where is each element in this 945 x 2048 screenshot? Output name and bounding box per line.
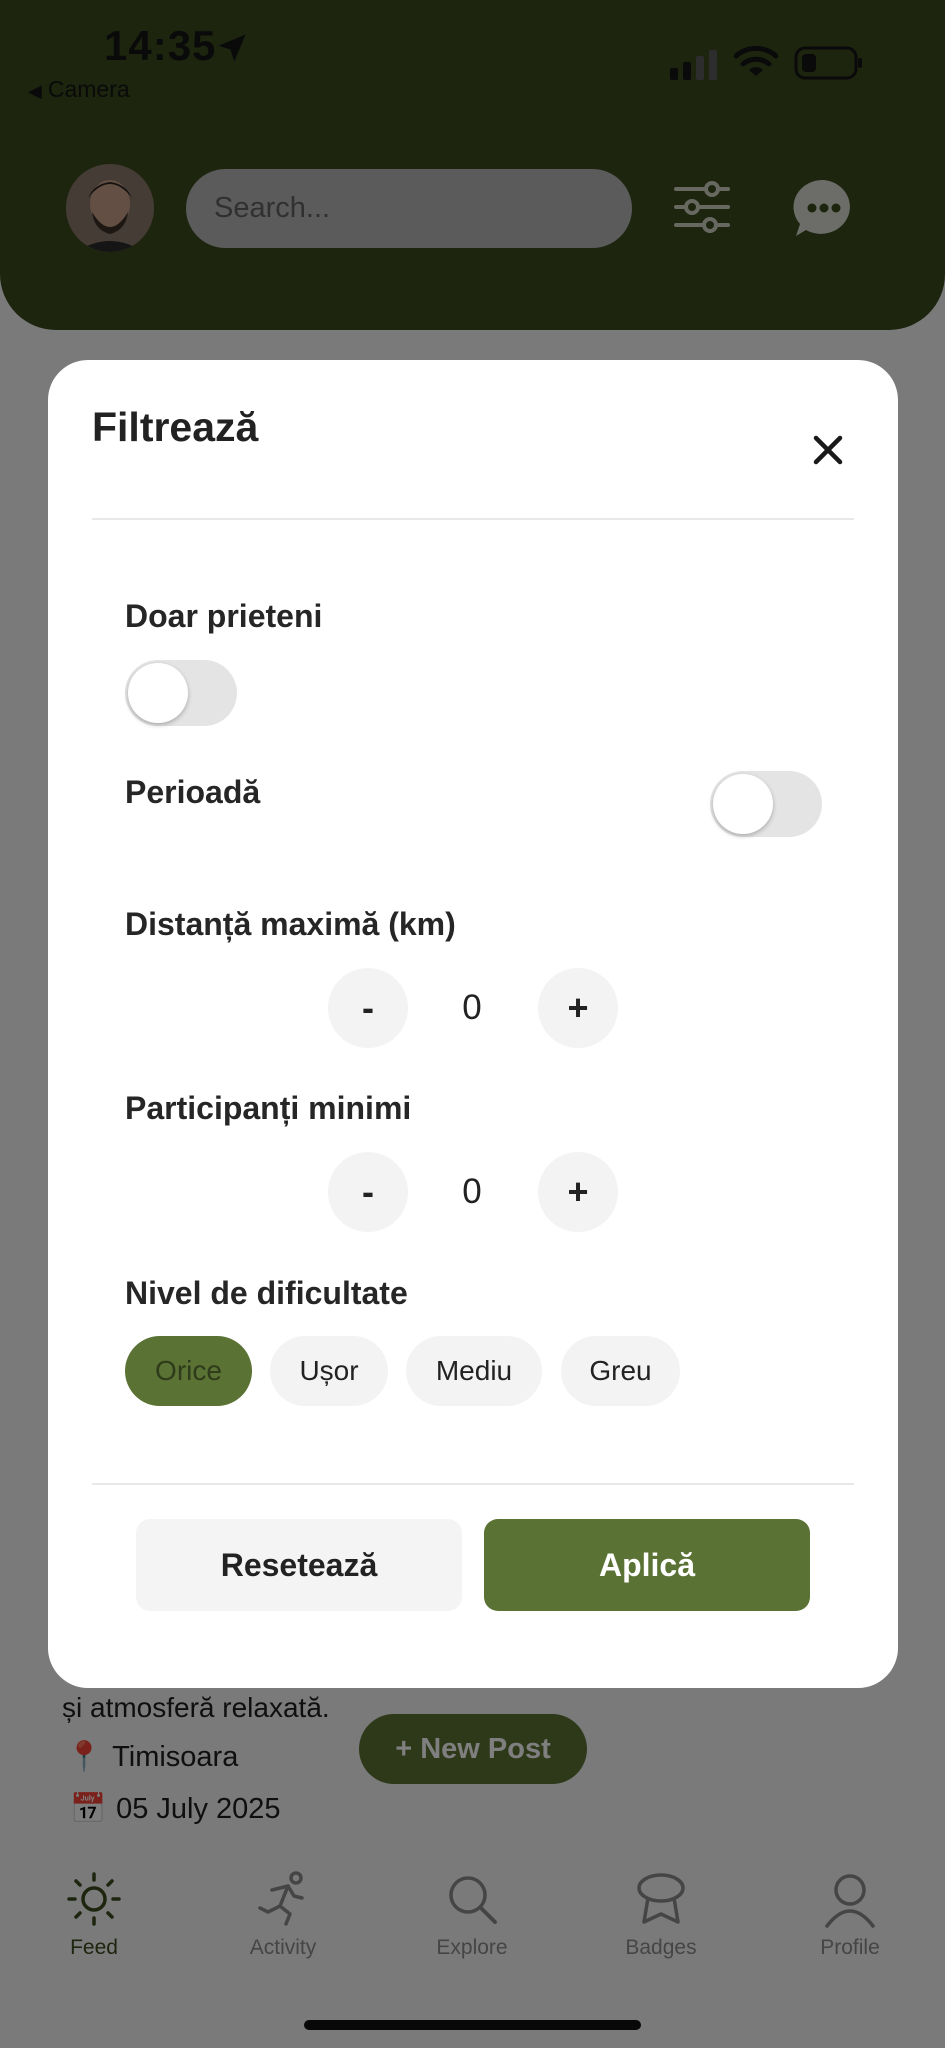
toggle-knob: [128, 663, 188, 723]
friends-only-label: Doar prieteni: [125, 598, 323, 634]
close-icon[interactable]: [808, 430, 848, 470]
participants-value: 0: [462, 1172, 482, 1211]
apply-button[interactable]: Aplică: [484, 1519, 810, 1611]
reset-button[interactable]: Resetează: [136, 1519, 462, 1611]
toggle-knob: [713, 774, 773, 834]
friends-only-toggle[interactable]: [125, 660, 237, 726]
distance-decrement-button[interactable]: -: [328, 968, 408, 1048]
max-distance-label: Distanță maximă (km): [125, 906, 456, 942]
period-label: Perioadă: [125, 774, 261, 810]
difficulty-chip-greu[interactable]: Greu: [561, 1336, 680, 1406]
header-divider: [92, 518, 854, 520]
filter-modal: Filtrează Doar prieteni Perioadă Distanț…: [48, 360, 898, 1688]
participants-decrement-button[interactable]: -: [328, 1152, 408, 1232]
difficulty-chip-usor[interactable]: Ușor: [270, 1336, 388, 1406]
difficulty-label: Nivel de dificultate: [125, 1275, 408, 1311]
difficulty-chip-orice[interactable]: Orice: [125, 1336, 252, 1406]
modal-title: Filtrează: [92, 404, 259, 450]
distance-increment-button[interactable]: +: [538, 968, 618, 1048]
period-toggle[interactable]: [710, 771, 822, 837]
difficulty-chip-mediu[interactable]: Mediu: [406, 1336, 542, 1406]
participants-increment-button[interactable]: +: [538, 1152, 618, 1232]
footer-divider: [92, 1483, 854, 1485]
distance-value: 0: [462, 988, 482, 1027]
min-participants-label: Participanți minimi: [125, 1090, 412, 1126]
